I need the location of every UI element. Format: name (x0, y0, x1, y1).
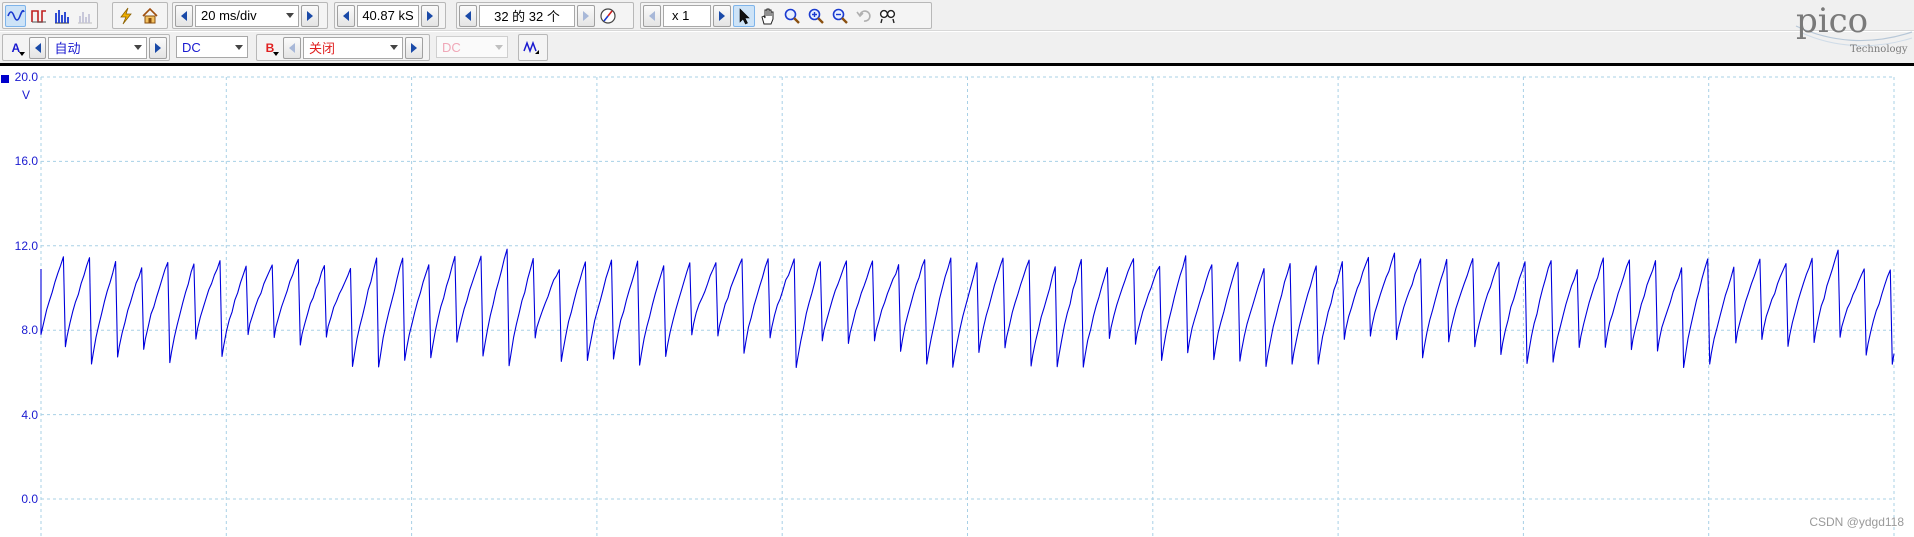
logo-brand: pico (1796, 2, 1868, 41)
chevron-down-icon (134, 45, 143, 50)
timebase-value: 20 ms/div (201, 8, 257, 23)
channel-options-group (518, 34, 548, 61)
channel-b-range-select[interactable]: 关闭 (303, 36, 403, 59)
buffer-navigator-icon[interactable] (597, 5, 619, 27)
channel-b-range-increase-button[interactable] (405, 36, 423, 59)
channel-a-button[interactable]: A (5, 37, 27, 59)
spectrum-mode-icon[interactable] (51, 5, 72, 27)
chevron-down-icon (273, 51, 279, 56)
channel-a-group: A 自动 (2, 34, 170, 61)
undo-zoom-icon (853, 5, 875, 27)
samples-field[interactable]: 40.87 kS (357, 4, 419, 27)
zoom-out-icon[interactable] (829, 5, 851, 27)
zoom-icon[interactable] (781, 5, 803, 27)
logo-tagline: Technology (1850, 44, 1908, 55)
channel-a-range-decrease-button[interactable] (28, 36, 47, 59)
mode-group (2, 2, 98, 29)
channel-b-coupling-value: DC (442, 39, 461, 55)
persistence-mode-icon[interactable] (28, 5, 49, 27)
channel-a-range-select[interactable]: 自动 (48, 36, 148, 59)
buffer-value: 32 的 32 个 (494, 9, 560, 24)
pointer-icon[interactable] (733, 4, 755, 27)
channel-toolbar: A 自动 DC B 关闭 DC (0, 32, 1914, 63)
channel-a-range-increase-button[interactable] (149, 36, 167, 59)
timebase-group: 20 ms/div (172, 2, 328, 29)
channel-b-coupling-select: DC (436, 36, 508, 58)
scope-plot[interactable] (0, 67, 1914, 537)
samples-value: 40.87 kS (362, 8, 414, 23)
scope-mode-icon[interactable] (5, 4, 26, 27)
zoom-increase-button[interactable] (713, 4, 731, 27)
samples-decrease-button[interactable] (337, 4, 355, 27)
hand-icon[interactable] (757, 5, 779, 27)
zoom-group: x 1 (640, 2, 932, 29)
chevron-down-icon (18, 51, 25, 56)
buffer-group: 32 的 32 个 (456, 2, 634, 29)
zoom-overview-icon[interactable] (877, 5, 899, 27)
buffer-next-button[interactable] (577, 4, 595, 27)
chevron-down-icon (390, 45, 398, 50)
channel-a-range-value: 自动 (54, 41, 81, 56)
autosetup-icon[interactable] (115, 5, 137, 27)
timebase-select[interactable]: 20 ms/div (195, 4, 299, 27)
channel-b-group: B 关闭 (256, 34, 430, 61)
timebase-decrease-button[interactable] (175, 4, 193, 27)
pico-logo: pico Technology (1790, 1, 1914, 60)
chevron-down-icon (286, 13, 294, 18)
samples-group: 40.87 kS (334, 2, 446, 29)
chevron-down-icon (235, 44, 243, 50)
zoom-field[interactable]: x 1 (663, 4, 711, 27)
watermark: CSDN @ydgd118 (1809, 515, 1904, 529)
zoom-value: x 1 (672, 8, 690, 23)
buffer-previous-button[interactable] (459, 4, 477, 27)
channel-b-range-decrease-button[interactable] (283, 36, 301, 59)
channel-a-coupling-select[interactable]: DC (176, 36, 248, 58)
channel-b-button[interactable]: B (259, 37, 281, 59)
disabled-spectrum-icon (74, 5, 95, 27)
setup-group (112, 2, 168, 29)
home-icon[interactable] (139, 5, 161, 27)
channel-a-coupling-value: DC (182, 39, 201, 55)
samples-increase-button[interactable] (421, 4, 439, 27)
zoom-decrease-button[interactable] (643, 4, 661, 27)
toolbar-divider (0, 63, 1914, 66)
main-toolbar: 20 ms/div 40.87 kS 32 的 32 个 x 1 (0, 0, 1914, 31)
channel-b-range-value: 关闭 (309, 41, 336, 56)
channel-options-icon[interactable] (521, 37, 543, 59)
buffer-field[interactable]: 32 的 32 个 (479, 4, 575, 27)
zoom-in-icon[interactable] (805, 5, 827, 27)
chevron-down-icon (495, 44, 503, 50)
timebase-increase-button[interactable] (301, 4, 319, 27)
scope-view[interactable]: V 20.0 16.0 12.0 8.0 4.0 0.0 CSDN @ydgd118 (0, 67, 1914, 537)
